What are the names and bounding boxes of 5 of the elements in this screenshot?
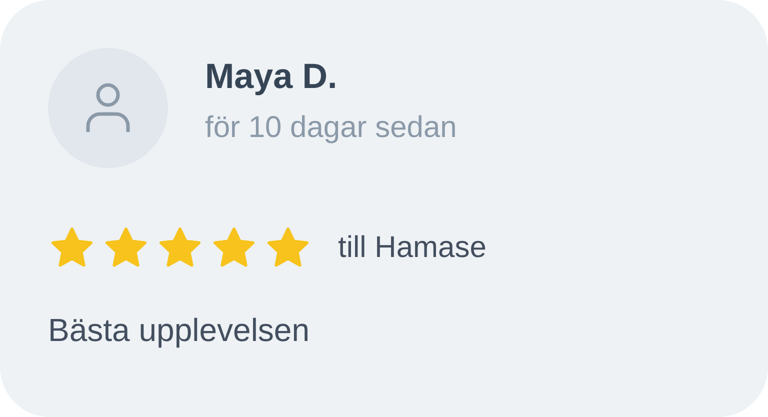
person-icon <box>85 82 131 134</box>
review-time: för 10 dagar sedan <box>205 111 457 145</box>
author-name: Maya D. <box>205 57 338 97</box>
review-text: Bästa upplevelsen <box>48 312 311 349</box>
review-target: till Hamase <box>338 231 486 265</box>
